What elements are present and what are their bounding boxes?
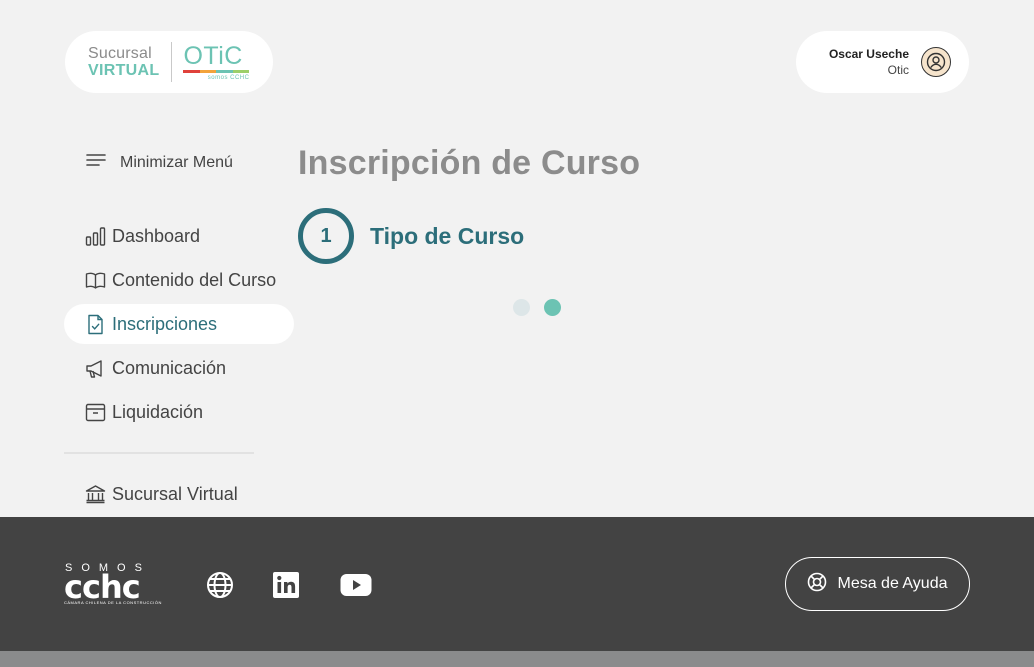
sidebar-item-label: Comunicación xyxy=(112,357,227,378)
user-name: Oscar Useche xyxy=(828,47,909,61)
lifebuoy-icon xyxy=(807,572,827,597)
loading-dot xyxy=(513,299,530,316)
sidebar-item-label: Contenido del Curso xyxy=(112,269,277,290)
sidebar-item-dashboard[interactable]: Dashboard xyxy=(64,216,294,256)
user-role: Otic xyxy=(887,63,909,77)
user-info: Oscar Useche Otic xyxy=(829,46,909,78)
sidebar-item-label: Sucursal Virtual xyxy=(112,483,238,504)
user-circle-icon[interactable] xyxy=(921,47,951,77)
menu-lines-icon xyxy=(86,152,106,173)
sidebar-item-label: Liquidación xyxy=(112,401,204,422)
help-desk-button[interactable]: Mesa de Ayuda xyxy=(785,557,970,611)
sidebar-nav: Dashboard Contenido del Curso Inscripcio… xyxy=(64,216,294,436)
step-indicator: 1 Tipo de Curso xyxy=(298,208,524,264)
step-number: 1 xyxy=(298,208,354,264)
megaphone-icon xyxy=(85,358,106,379)
minimize-menu-button[interactable]: Minimizar Menú xyxy=(86,152,233,173)
brand-logo[interactable]: Sucursal VIRTUAL OTiC somos CCHC xyxy=(65,31,273,93)
bottom-strip xyxy=(0,651,1034,667)
bar-chart-icon xyxy=(85,226,106,247)
cchc-logo[interactable]: SOMOS cchc CÁMARA CHILENA DE LA CONSTRUC… xyxy=(64,562,168,606)
otic-color-bar xyxy=(183,69,250,73)
sucursal-virtual-wordmark: Sucursal VIRTUAL xyxy=(88,45,160,79)
loading-indicator xyxy=(513,299,575,316)
otic-subtitle: somos CCHC xyxy=(207,74,250,81)
sidebar-item-label: Dashboard xyxy=(112,225,201,246)
minimize-menu-label: Minimizar Menú xyxy=(120,153,233,171)
otic-wordmark: OTiC xyxy=(183,41,243,70)
archive-box-icon xyxy=(85,402,106,423)
cchc-logo-mark: cchc xyxy=(64,568,141,606)
sidebar-item-label: Inscripciones xyxy=(112,313,218,334)
cchc-logo-caption: CÁMARA CHILENA DE LA CONSTRUCCIÓN xyxy=(64,600,162,605)
open-book-icon xyxy=(85,270,106,291)
user-menu[interactable]: Oscar Useche Otic xyxy=(796,31,969,93)
page-title: Inscripción de Curso xyxy=(298,144,641,182)
step-label: Tipo de Curso xyxy=(370,222,525,249)
sidebar-divider xyxy=(64,452,254,454)
sidebar-item-liquidacion[interactable]: Liquidación xyxy=(64,392,294,432)
loading-dot xyxy=(544,299,561,316)
footer: SOMOS cchc CÁMARA CHILENA DE LA CONSTRUC… xyxy=(0,517,1034,651)
document-check-icon xyxy=(85,314,106,335)
bank-building-icon xyxy=(85,484,106,505)
sidebar-item-sucursal-virtual[interactable]: Sucursal Virtual xyxy=(64,474,294,514)
logo-divider xyxy=(171,42,173,82)
globe-icon[interactable] xyxy=(205,570,235,600)
youtube-icon[interactable] xyxy=(339,570,373,600)
help-desk-label: Mesa de Ayuda xyxy=(837,575,948,592)
sidebar-bottom-nav: Sucursal Virtual xyxy=(64,474,294,518)
linkedin-icon[interactable] xyxy=(271,570,301,600)
otic-logo: OTiC somos CCHC xyxy=(183,41,250,81)
sidebar-item-contenido[interactable]: Contenido del Curso xyxy=(64,260,294,300)
sidebar-item-comunicacion[interactable]: Comunicación xyxy=(64,348,294,388)
sidebar-item-inscripciones[interactable]: Inscripciones xyxy=(64,304,294,344)
